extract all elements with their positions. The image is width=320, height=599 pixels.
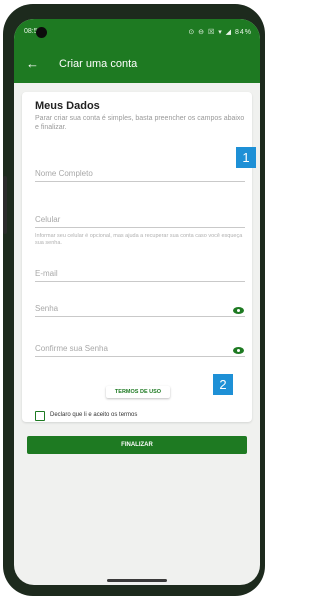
eye-icon[interactable] <box>233 347 244 354</box>
phone-placeholder: Celular <box>35 215 61 224</box>
email-field[interactable]: E-mail <box>35 263 245 282</box>
status-bar: 08:57 ⊙ ⊖ ☒ ▾ ◢ 84% <box>14 19 260 47</box>
form-subtitle: Parar criar sua conta é simples, basta p… <box>35 115 245 131</box>
confirm-password-placeholder: Confirme sua Senha <box>35 344 108 353</box>
back-arrow-icon[interactable]: ← <box>26 56 39 71</box>
password-field[interactable]: Senha <box>35 298 245 317</box>
app-bar: ← Criar uma conta <box>14 47 260 83</box>
password-placeholder: Senha <box>35 304 59 313</box>
side-button <box>3 176 7 234</box>
name-placeholder: Nome Completo <box>35 169 93 178</box>
home-indicator[interactable] <box>107 579 167 582</box>
checkbox-label: Declaro que li e aceito os termos <box>50 412 138 418</box>
finalizar-button[interactable]: FINALIZAR <box>27 436 247 454</box>
annotation-badge-2: 2 <box>213 374 233 395</box>
form-card: Meus Dados Parar criar sua conta é simpl… <box>22 92 252 422</box>
phone-frame: 08:57 ⊙ ⊖ ☒ ▾ ◢ 84% ← Criar uma conta Me… <box>3 4 265 596</box>
name-field[interactable]: Nome Completo <box>35 163 245 182</box>
form-heading: Meus Dados <box>35 100 100 112</box>
phone-helper-text: Informar seu celular é opcional, mas aju… <box>35 233 243 246</box>
phone-field[interactable]: Celular <box>35 209 245 228</box>
eye-icon[interactable] <box>233 307 244 314</box>
confirm-password-field[interactable]: Confirme sua Senha <box>35 338 245 357</box>
terms-button[interactable]: TERMOS DE USO <box>106 386 170 398</box>
annotation-badge-1: 1 <box>236 147 256 168</box>
terms-checkbox[interactable] <box>35 411 45 421</box>
page-title: Criar uma conta <box>59 58 138 70</box>
camera-cutout <box>36 27 47 38</box>
screen: 08:57 ⊙ ⊖ ☒ ▾ ◢ 84% ← Criar uma conta Me… <box>14 19 260 585</box>
email-placeholder: E-mail <box>35 269 58 278</box>
status-icons: ⊙ ⊖ ☒ ▾ ◢ 84% <box>188 29 252 36</box>
